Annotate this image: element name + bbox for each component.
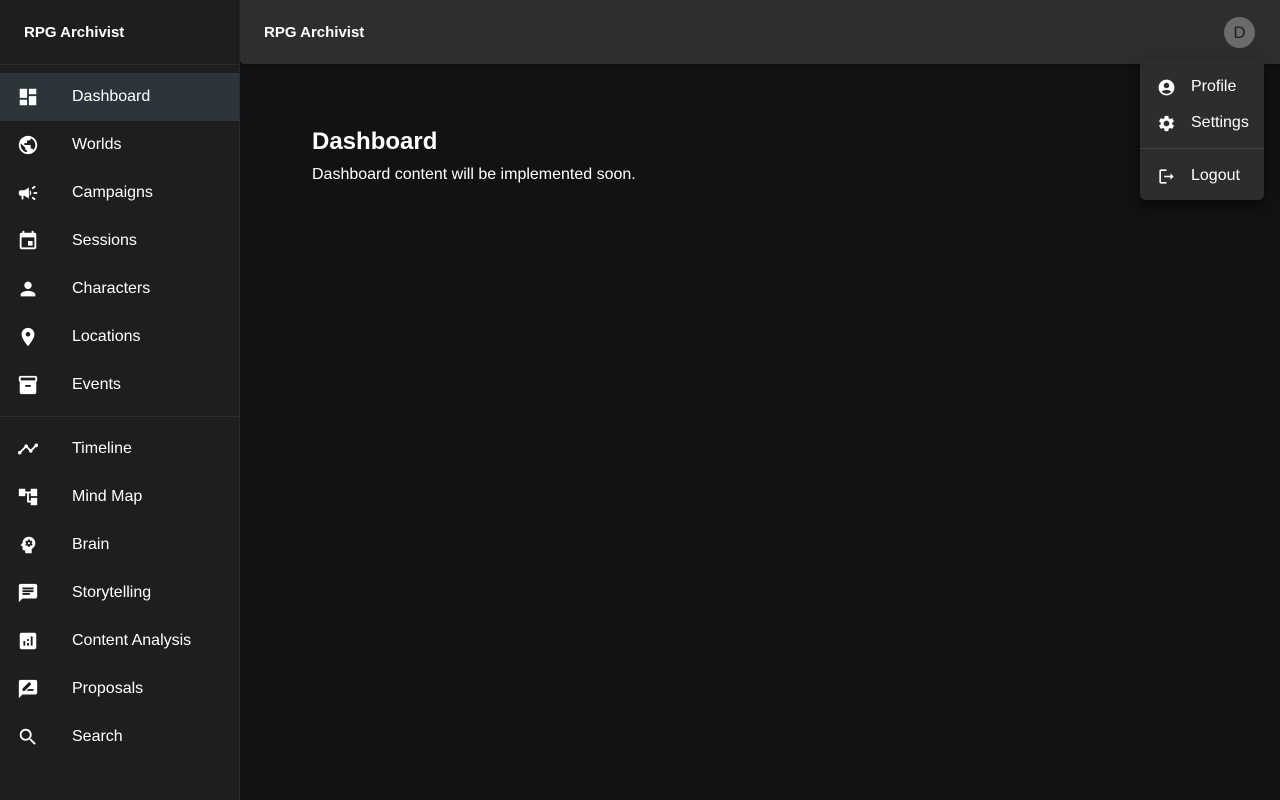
user-menu: Profile Settings Logout: [1140, 60, 1264, 200]
sidebar-divider: [0, 416, 239, 417]
sidebar-item-sessions[interactable]: Sessions: [0, 217, 239, 265]
sidebar-item-campaigns[interactable]: Campaigns: [0, 169, 239, 217]
location-pin-icon: [16, 325, 40, 349]
sidebar-item-label: Content Analysis: [72, 632, 192, 649]
sidebar-item-label: Worlds: [72, 136, 122, 153]
sidebar-item-dashboard[interactable]: Dashboard: [0, 73, 239, 121]
rate-review-icon: [16, 677, 40, 701]
menu-item-label: Profile: [1191, 78, 1237, 95]
main-content: Dashboard Dashboard content will be impl…: [312, 128, 636, 184]
gear-icon: [1156, 113, 1176, 133]
sidebar-item-label: Sessions: [72, 232, 137, 249]
chat-icon: [16, 581, 40, 605]
sidebar-item-label: Timeline: [72, 440, 132, 457]
app-bar-title: RPG Archivist: [264, 23, 365, 41]
sidebar-item-content-analysis[interactable]: Content Analysis: [0, 617, 239, 665]
sidebar-item-storytelling[interactable]: Storytelling: [0, 569, 239, 617]
search-icon: [16, 725, 40, 749]
sidebar-item-label: Characters: [72, 280, 151, 297]
sidebar-item-timeline[interactable]: Timeline: [0, 425, 239, 473]
menu-divider: [1140, 148, 1264, 149]
sidebar-item-worlds[interactable]: Worlds: [0, 121, 239, 169]
sidebar-item-locations[interactable]: Locations: [0, 313, 239, 361]
menu-item-logout[interactable]: Logout: [1140, 158, 1264, 194]
page-description: Dashboard content will be implemented so…: [312, 166, 636, 183]
sidebar-item-characters[interactable]: Characters: [0, 265, 239, 313]
account-tree-icon: [16, 485, 40, 509]
campaign-icon: [16, 181, 40, 205]
avatar[interactable]: D: [1224, 17, 1255, 48]
archive-icon: [16, 373, 40, 397]
sidebar-item-label: Storytelling: [72, 584, 152, 601]
sidebar-item-label: Events: [72, 376, 121, 393]
sidebar-item-proposals[interactable]: Proposals: [0, 665, 239, 713]
dashboard-icon: [16, 85, 40, 109]
sidebar-item-label: Proposals: [72, 680, 144, 697]
sidebar: RPG Archivist Dashboard Worlds Campaigns…: [0, 0, 240, 800]
globe-icon: [16, 133, 40, 157]
calendar-icon: [16, 229, 40, 253]
menu-item-label: Settings: [1191, 114, 1249, 131]
logout-icon: [1156, 166, 1176, 186]
sidebar-item-events[interactable]: Events: [0, 361, 239, 409]
sidebar-item-search[interactable]: Search: [0, 713, 239, 761]
menu-item-settings[interactable]: Settings: [1140, 105, 1264, 141]
menu-item-profile[interactable]: Profile: [1140, 69, 1264, 105]
sidebar-item-brain[interactable]: Brain: [0, 521, 239, 569]
app-bar: RPG Archivist D: [240, 0, 1280, 64]
timeline-icon: [16, 437, 40, 461]
sidebar-item-label: Dashboard: [72, 88, 151, 105]
account-circle-icon: [1156, 77, 1176, 97]
sidebar-item-label: Locations: [72, 328, 141, 345]
sidebar-nav: Dashboard Worlds Campaigns Sessions Char…: [0, 65, 239, 761]
sidebar-item-label: Campaigns: [72, 184, 153, 201]
menu-item-label: Logout: [1191, 167, 1240, 184]
person-icon: [16, 277, 40, 301]
sidebar-app-title: RPG Archivist: [0, 0, 239, 65]
sidebar-item-mind-map[interactable]: Mind Map: [0, 473, 239, 521]
page-title: Dashboard: [312, 128, 438, 155]
sidebar-item-label: Search: [72, 728, 123, 745]
sidebar-item-label: Brain: [72, 536, 110, 553]
analytics-icon: [16, 629, 40, 653]
sidebar-item-label: Mind Map: [72, 488, 143, 505]
brain-icon: [16, 533, 40, 557]
